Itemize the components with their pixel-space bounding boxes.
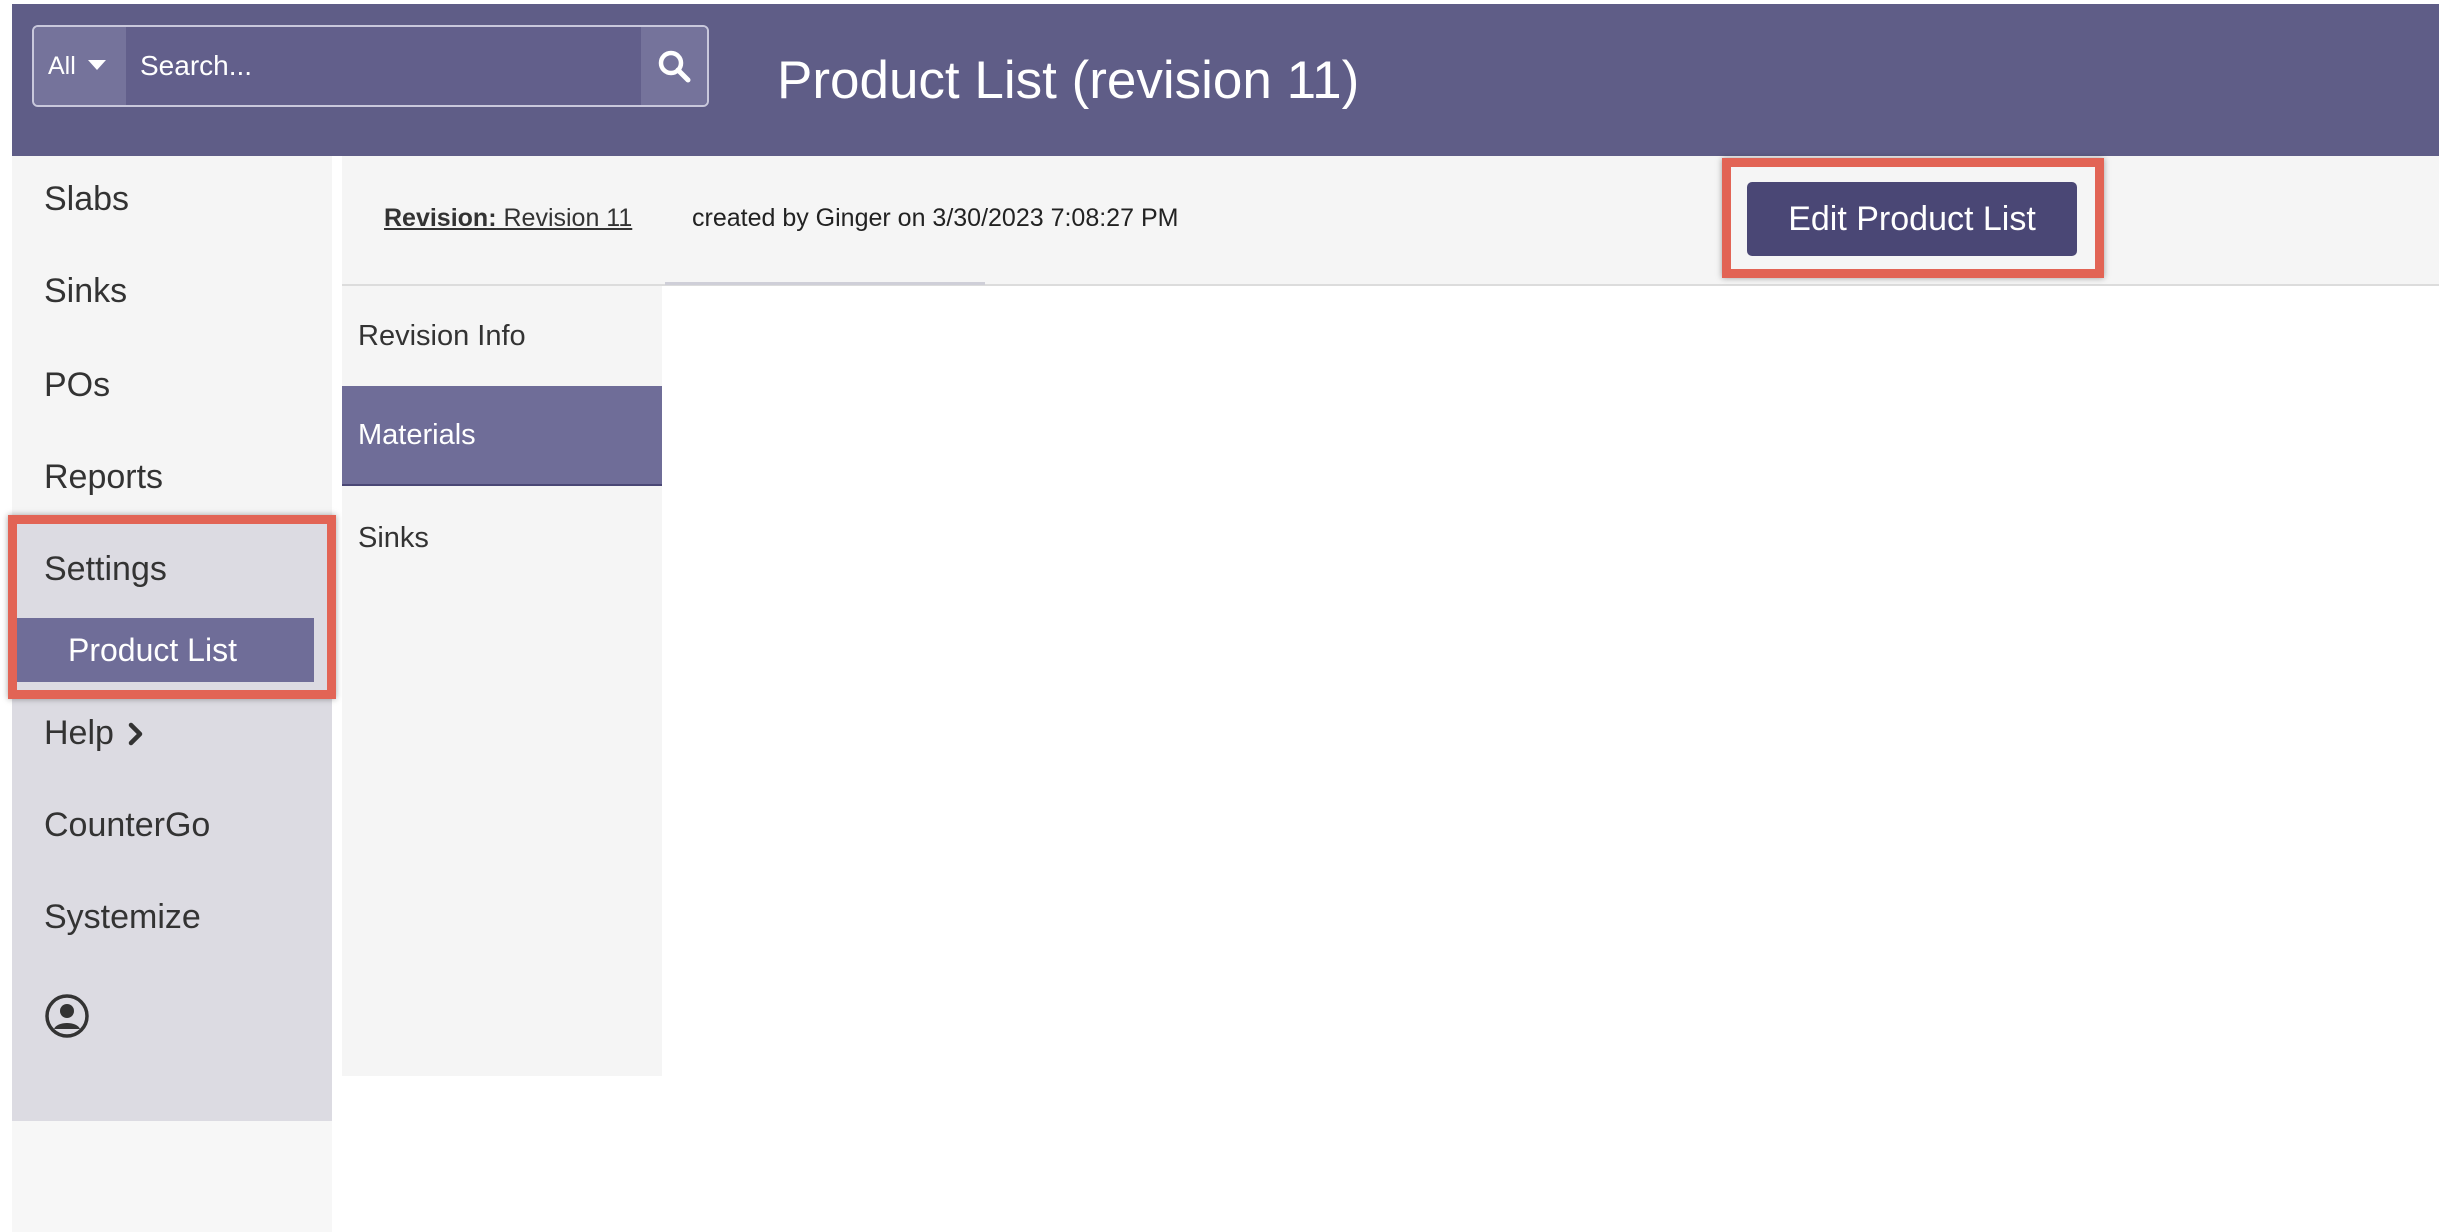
user-account-button[interactable] [44, 993, 90, 1044]
tab-materials[interactable]: Materials [342, 386, 662, 486]
search-icon [658, 50, 691, 83]
caret-down-icon [87, 60, 106, 70]
user-circle-icon [45, 994, 89, 1038]
top-header: All Product List (revision 11) [12, 4, 2439, 156]
sidebar-item-pos[interactable]: POs [44, 366, 110, 405]
tab-content-area [662, 286, 2439, 1076]
sidebar-item-countergo[interactable]: CounterGo [44, 806, 210, 845]
settings-highlight-box [8, 515, 336, 699]
search-button[interactable] [641, 27, 707, 105]
product-list-tabs: Revision Info Materials Sinks [342, 286, 662, 1076]
revision-bar: Revision: Revision 11 created by Ginger … [342, 156, 2439, 286]
sidebar-item-systemize[interactable]: Systemize [44, 898, 201, 937]
chevron-right-icon [128, 722, 143, 745]
sidebar-item-help[interactable]: Help [44, 714, 146, 753]
revision-link[interactable]: Revision: Revision 11 [384, 204, 632, 233]
revision-bar-divider [665, 282, 985, 285]
tab-sinks[interactable]: Sinks [342, 488, 662, 588]
tab-revision-info[interactable]: Revision Info [342, 286, 662, 386]
sidebar-item-help-label: Help [44, 714, 114, 752]
search-scope-dropdown[interactable]: All [34, 27, 126, 105]
sidebar-item-sinks[interactable]: Sinks [44, 272, 127, 311]
sidebar-item-reports[interactable]: Reports [44, 458, 163, 497]
edit-button-highlight-box [1722, 158, 2104, 278]
revision-meta: created by Ginger on 3/30/2023 7:08:27 P… [692, 204, 1179, 232]
revision-name: Revision 11 [503, 204, 633, 232]
search-scope-label: All [48, 51, 76, 80]
page-title: Product List (revision 11) [777, 51, 1360, 110]
user-area [12, 1121, 332, 1232]
sidebar-item-slabs[interactable]: Slabs [44, 180, 129, 219]
revision-label: Revision: [384, 204, 497, 232]
search-box: All [32, 25, 709, 107]
search-input[interactable] [126, 27, 615, 105]
